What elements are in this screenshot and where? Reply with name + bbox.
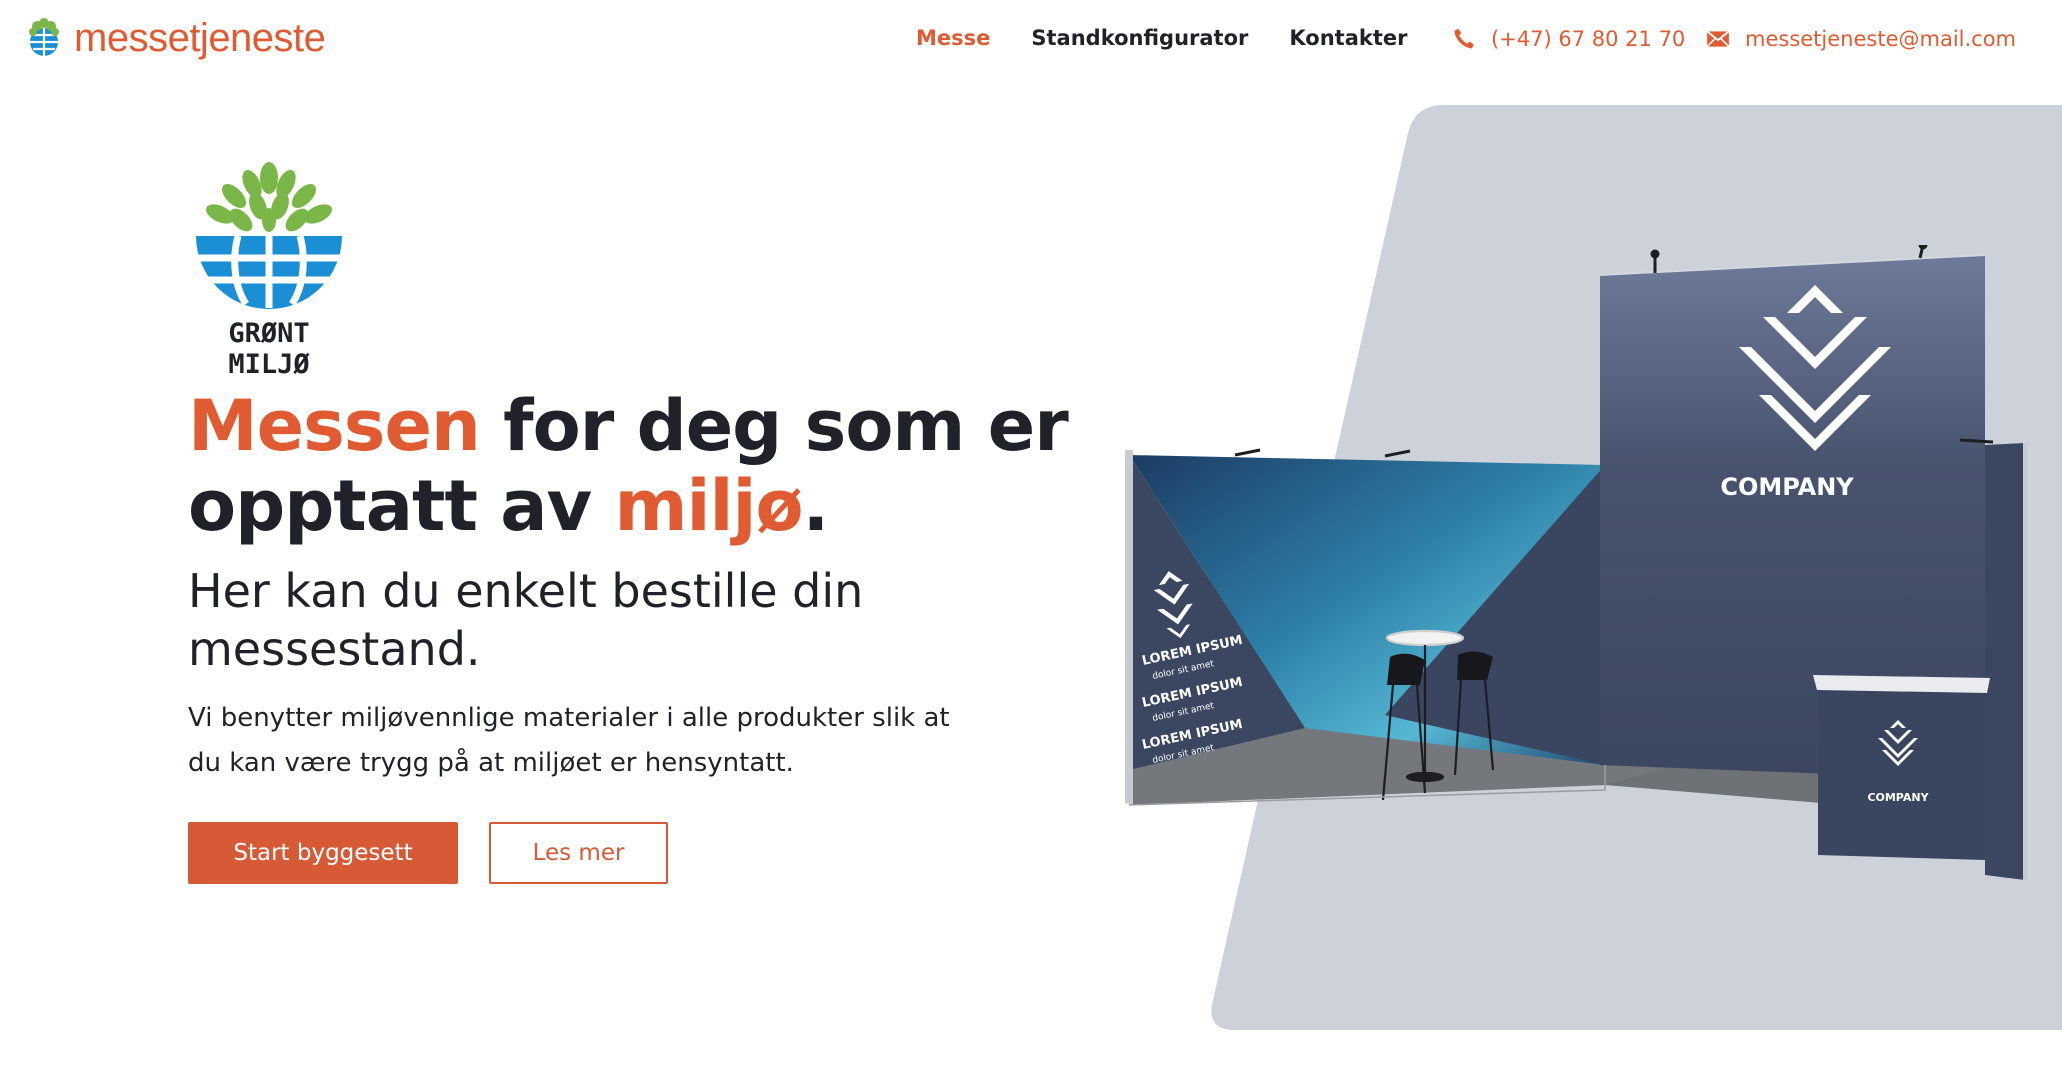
main-nav: Messe Standkonfigurator Kontakter <box>916 26 1408 50</box>
les-mer-button[interactable]: Les mer <box>489 822 668 884</box>
site-header: messetjeneste Messe Standkonfigurator Ko… <box>0 0 2062 80</box>
mail-icon <box>1706 30 1730 48</box>
nav-item-kontakter[interactable]: Kontakter <box>1289 26 1407 50</box>
contact-email[interactable]: messetjeneste@mail.com <box>1705 26 2016 52</box>
logo-label: GRØNT MILJØ <box>228 318 310 380</box>
nav-item-standkonfigurator[interactable]: Standkonfigurator <box>1031 26 1248 50</box>
globe-tree-logo-icon <box>29 18 59 56</box>
start-byggesett-button[interactable]: Start byggesett <box>188 822 458 884</box>
brand-logo[interactable]: messetjeneste <box>24 14 326 62</box>
exhibition-booth-image: LOREM IPSUM dolor sit amet LOREM IPSUM d… <box>1125 245 2027 880</box>
phone-icon <box>1454 28 1474 49</box>
gront-miljo-logo: GRØNT MILJØ <box>186 158 352 380</box>
nav-item-messe[interactable]: Messe <box>916 26 990 50</box>
hero-body-text: Vi benytter miljøvennlige materialer i a… <box>188 703 950 778</box>
tree-globe-icon <box>196 162 342 309</box>
headline-accent-2: miljø <box>614 465 804 547</box>
headline-accent-1: Messen <box>188 385 481 467</box>
hero-headline: Messen for deg som er opptatt av miljø. <box>188 386 1088 546</box>
brand-name: messetjeneste <box>74 16 326 60</box>
email-address: messetjeneste@mail.com <box>1745 27 2017 51</box>
hero-subheadline: Her kan du enkelt bestille din messestan… <box>188 564 864 676</box>
phone-number: (+47) 67 80 21 70 <box>1491 27 1686 51</box>
company-name-main: COMPANY <box>1720 473 1854 501</box>
contact-phone[interactable]: (+47) 67 80 21 70 <box>1451 26 1685 52</box>
company-name-counter: COMPANY <box>1867 791 1929 804</box>
headline-text-2: . <box>802 465 830 547</box>
